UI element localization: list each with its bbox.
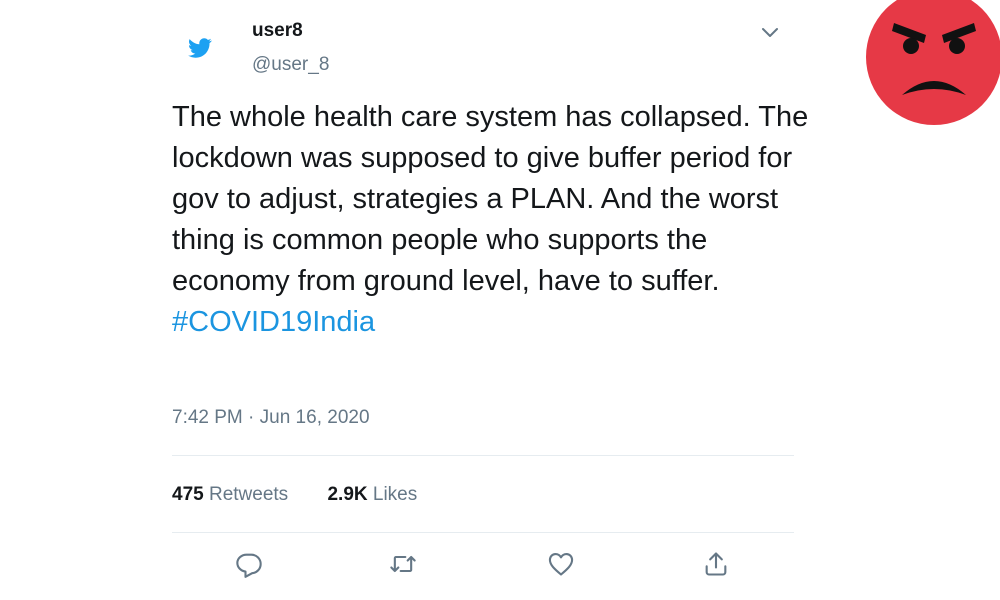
reply-icon — [236, 553, 262, 578]
angry-face-emoji — [866, 0, 1000, 125]
share-button[interactable] — [700, 548, 732, 580]
tweet-body: The whole health care system has collaps… — [172, 101, 809, 297]
hashtag-link[interactable]: #COVID19India — [172, 306, 375, 338]
like-count: 2.9K — [327, 484, 368, 505]
like-label: Likes — [372, 484, 418, 505]
retweet-count: 475 — [172, 484, 204, 505]
tweet-text: The whole health care system has collaps… — [172, 97, 812, 343]
divider — [172, 532, 794, 533]
like-button[interactable] — [545, 548, 577, 580]
likes-stat[interactable]: 2.9K Likes — [327, 484, 417, 506]
retweet-icon — [390, 555, 416, 573]
chevron-down-icon[interactable] — [758, 20, 782, 44]
retweet-label: Retweets — [208, 484, 289, 505]
heart-icon — [548, 553, 574, 576]
retweets-stat[interactable]: 475 Retweets — [172, 484, 288, 506]
engagement-stats: 475 Retweets 2.9K Likes — [172, 484, 417, 506]
divider — [172, 455, 794, 456]
display-name[interactable]: user8 — [252, 20, 303, 42]
retweet-button[interactable] — [387, 548, 419, 580]
share-icon — [705, 552, 727, 576]
tweet-timestamp[interactable]: 7:42 PM · Jun 16, 2020 — [172, 407, 370, 429]
user-handle[interactable]: @user_8 — [252, 54, 329, 76]
reply-button[interactable] — [233, 548, 265, 580]
twitter-bird-icon — [188, 38, 212, 58]
